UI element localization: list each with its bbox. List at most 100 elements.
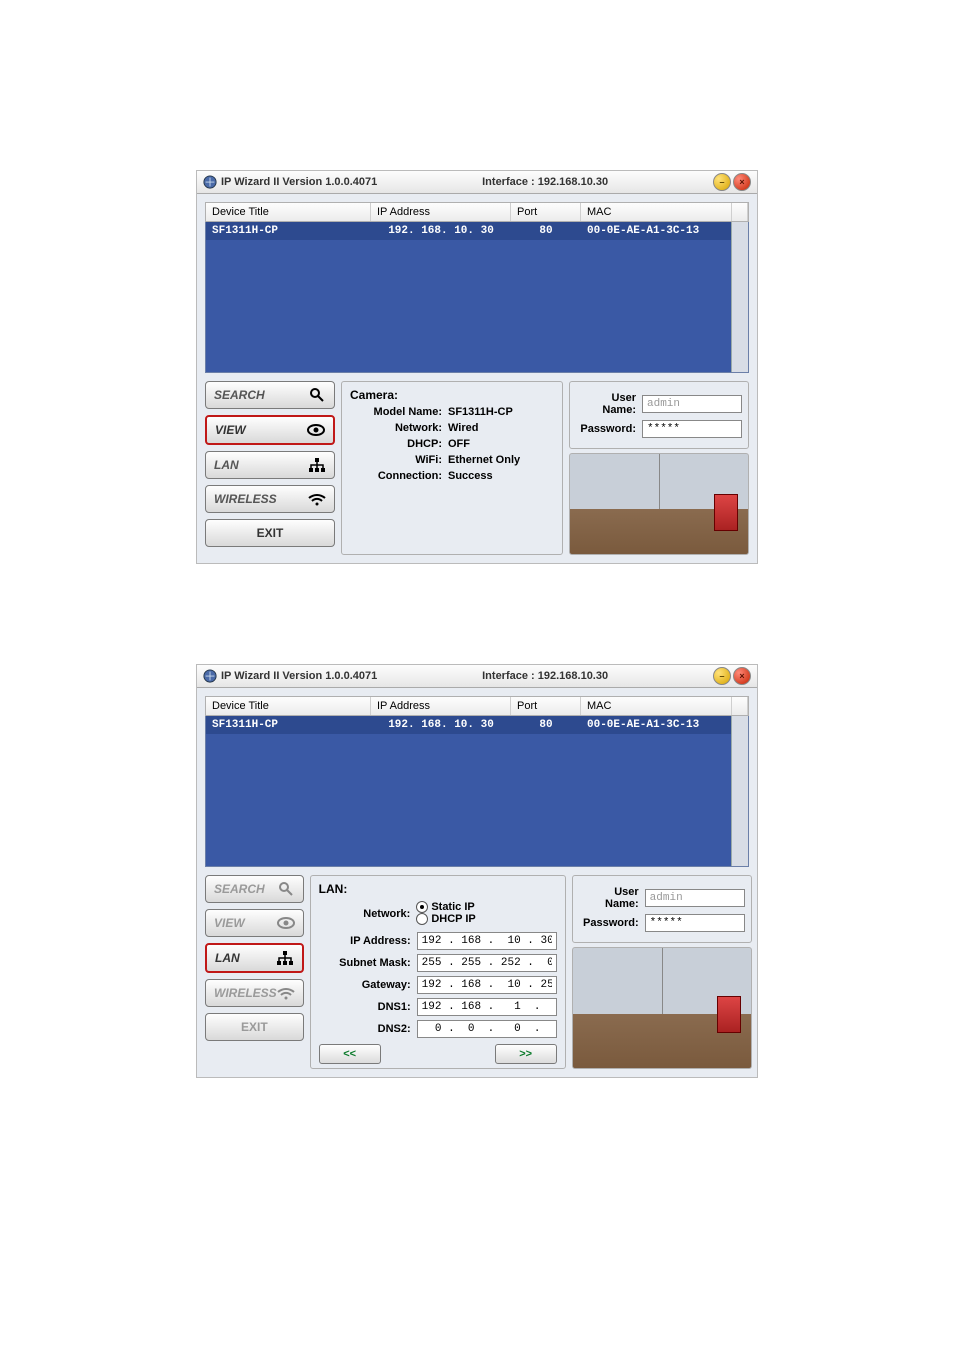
label-dns1: DNS1:: [319, 1001, 417, 1013]
titlebar[interactable]: IP Wizard II Version 1.0.0.4071 Interfac…: [197, 171, 757, 194]
app-icon: [203, 669, 217, 683]
prev-button[interactable]: <<: [319, 1044, 381, 1064]
nav-label: LAN: [214, 458, 239, 472]
title-text: IP Wizard II Version 1.0.0.4071: [221, 176, 377, 188]
view-button[interactable]: VIEW: [205, 415, 335, 445]
cell-title: SF1311H-CP: [206, 222, 371, 240]
app-icon: [203, 175, 217, 189]
minimize-icon[interactable]: –: [713, 667, 731, 685]
table-row[interactable]: SF1311H-CP 192. 168. 10. 30 80 00-0E-AE-…: [206, 716, 748, 734]
section-title: Camera:: [350, 388, 554, 402]
col-mac[interactable]: MAC: [581, 697, 732, 715]
cell-ip: 192. 168. 10. 30: [371, 222, 511, 240]
next-button[interactable]: >>: [495, 1044, 557, 1064]
col-scroll: [732, 697, 748, 715]
wifi-icon: [277, 984, 295, 1002]
dns2-field[interactable]: [417, 1020, 557, 1038]
wireless-button[interactable]: WIRELESS: [205, 485, 335, 513]
nav-label: LAN: [215, 951, 240, 965]
credentials-panel: User Name: Password:: [572, 875, 752, 943]
nav-label: SEARCH: [214, 388, 265, 402]
view-button[interactable]: VIEW: [205, 909, 304, 937]
value-connection: Success: [448, 470, 493, 482]
title-text: IP Wizard II Version 1.0.0.4071: [221, 670, 377, 682]
minimize-icon[interactable]: –: [713, 173, 731, 191]
credentials-panel: User Name: Password:: [569, 381, 749, 449]
label-network: Network:: [350, 422, 448, 434]
nav-label: WIRELESS: [214, 986, 277, 1000]
cell-port: 80: [511, 716, 581, 734]
label-username: User Name:: [576, 392, 642, 416]
label-ip: IP Address:: [319, 935, 417, 947]
scrollbar[interactable]: [731, 222, 748, 372]
cell-port: 80: [511, 222, 581, 240]
wireless-button[interactable]: WIRELESS: [205, 979, 304, 1007]
magnifier-icon: [277, 880, 295, 898]
eye-icon: [307, 421, 325, 439]
password-field[interactable]: [645, 914, 745, 932]
label-wifi: WiFi:: [350, 454, 448, 466]
camera-panel: Camera: Model Name:SF1311H-CP Network:Wi…: [341, 381, 563, 555]
exit-button[interactable]: EXIT: [205, 1013, 304, 1041]
search-button[interactable]: SEARCH: [205, 381, 335, 409]
nav-label: WIRELESS: [214, 492, 277, 506]
cell-mac: 00-0E-AE-A1-3C-13: [581, 716, 748, 734]
gateway-field[interactable]: [417, 976, 557, 994]
username-field[interactable]: [645, 889, 745, 907]
col-port[interactable]: Port: [511, 203, 581, 221]
col-device-title[interactable]: Device Title: [206, 203, 371, 221]
value-dhcp: OFF: [448, 438, 470, 450]
password-field[interactable]: [642, 420, 742, 438]
radio-static-ip[interactable]: Static IP: [416, 901, 474, 913]
col-port[interactable]: Port: [511, 697, 581, 715]
radio-dhcp-ip[interactable]: DHCP IP: [416, 913, 475, 925]
col-ip-address[interactable]: IP Address: [371, 203, 511, 221]
nav-label: VIEW: [214, 916, 245, 930]
label-dhcp: DHCP:: [350, 438, 448, 450]
search-button[interactable]: SEARCH: [205, 875, 304, 903]
table-row[interactable]: SF1311H-CP 192. 168. 10. 30 80 00-0E-AE-…: [206, 222, 748, 240]
lan-panel: LAN: Network: Static IP DHCP IP IP Addre…: [310, 875, 566, 1069]
col-ip-address[interactable]: IP Address: [371, 697, 511, 715]
window-view: IP Wizard II Version 1.0.0.4071 Interfac…: [196, 170, 758, 564]
camera-preview: [572, 947, 752, 1069]
scrollbar[interactable]: [731, 716, 748, 866]
cell-ip: 192. 168. 10. 30: [371, 716, 511, 734]
exit-button[interactable]: EXIT: [205, 519, 335, 547]
col-device-title[interactable]: Device Title: [206, 697, 371, 715]
value-model: SF1311H-CP: [448, 406, 513, 418]
username-field[interactable]: [642, 395, 742, 413]
eye-icon: [277, 914, 295, 932]
network-icon: [276, 949, 294, 967]
section-title: LAN:: [319, 882, 557, 896]
label-connection: Connection:: [350, 470, 448, 482]
nav-label: SEARCH: [214, 882, 265, 896]
grid-header: Device Title IP Address Port MAC: [205, 202, 749, 222]
dns1-field[interactable]: [417, 998, 557, 1016]
cell-title: SF1311H-CP: [206, 716, 371, 734]
device-grid[interactable]: SF1311H-CP 192. 168. 10. 30 80 00-0E-AE-…: [205, 716, 749, 867]
label-username: User Name:: [579, 886, 645, 910]
col-mac[interactable]: MAC: [581, 203, 732, 221]
label-dns2: DNS2:: [319, 1023, 417, 1035]
label-password: Password:: [579, 917, 645, 929]
magnifier-icon: [308, 386, 326, 404]
ip-address-field[interactable]: [417, 932, 557, 950]
lan-button[interactable]: LAN: [205, 943, 304, 973]
device-grid[interactable]: SF1311H-CP 192. 168. 10. 30 80 00-0E-AE-…: [205, 222, 749, 373]
lan-button[interactable]: LAN: [205, 451, 335, 479]
radio-label: Static IP: [431, 901, 474, 913]
network-icon: [308, 456, 326, 474]
close-icon[interactable]: ×: [733, 173, 751, 191]
subnet-mask-field[interactable]: [417, 954, 557, 972]
cell-mac: 00-0E-AE-A1-3C-13: [581, 222, 748, 240]
interface-text: Interface : 192.168.10.30: [482, 670, 608, 682]
wifi-icon: [308, 490, 326, 508]
nav-label: VIEW: [215, 423, 246, 437]
value-wifi: Ethernet Only: [448, 454, 520, 466]
nav-label: EXIT: [241, 1020, 268, 1034]
titlebar[interactable]: IP Wizard II Version 1.0.0.4071 Interfac…: [197, 665, 757, 688]
nav-panel: SEARCH VIEW LAN WIRELESS EXIT: [205, 875, 304, 1069]
close-icon[interactable]: ×: [733, 667, 751, 685]
label-network: Network:: [319, 908, 417, 920]
